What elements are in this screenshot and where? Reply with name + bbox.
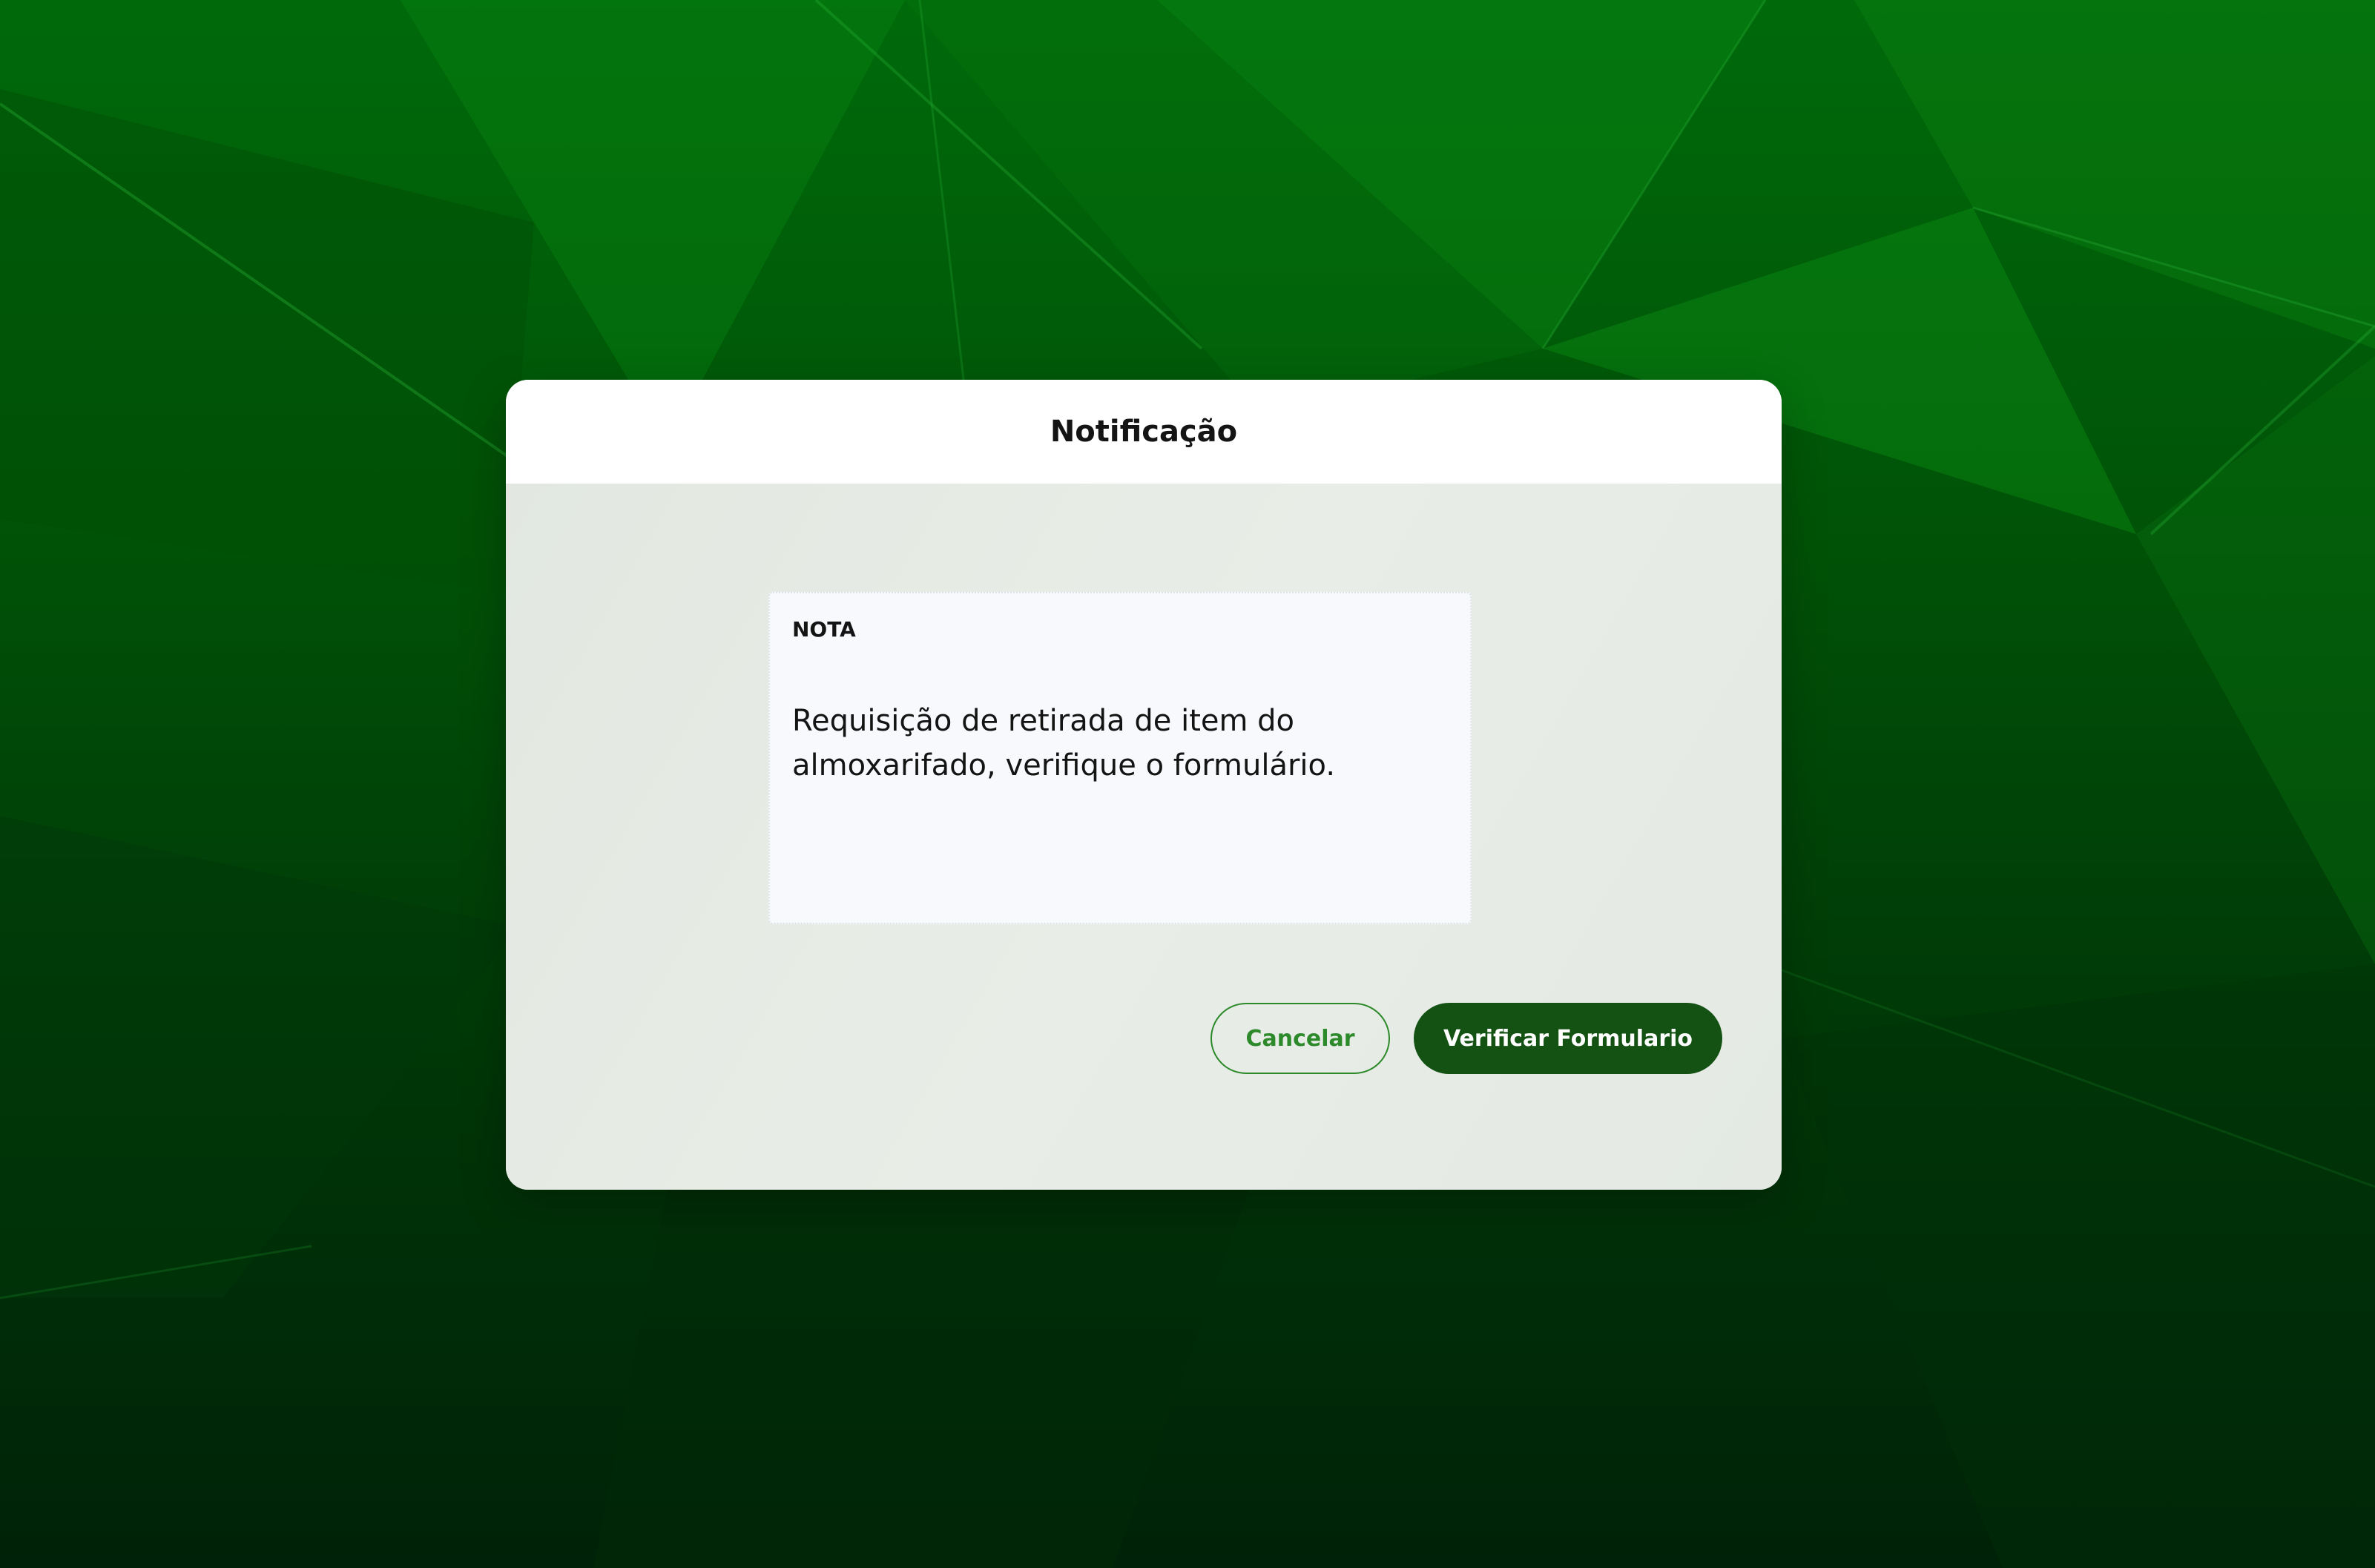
note-label: NOTA (792, 617, 856, 642)
notification-dialog: Notificação NOTA Requisição de retirada … (506, 380, 1782, 1190)
verify-form-button[interactable]: Verificar Formulario (1414, 1003, 1722, 1074)
cancel-button[interactable]: Cancelar (1210, 1003, 1390, 1074)
dialog-body: NOTA Requisição de retirada de item do a… (506, 484, 1782, 1190)
note-text: Requisição de retirada de item do almoxa… (792, 704, 1336, 783)
dialog-header: Notificação (506, 380, 1782, 484)
note-box: NOTA Requisição de retirada de item do a… (768, 592, 1472, 924)
dialog-title: Notificação (1050, 415, 1238, 449)
